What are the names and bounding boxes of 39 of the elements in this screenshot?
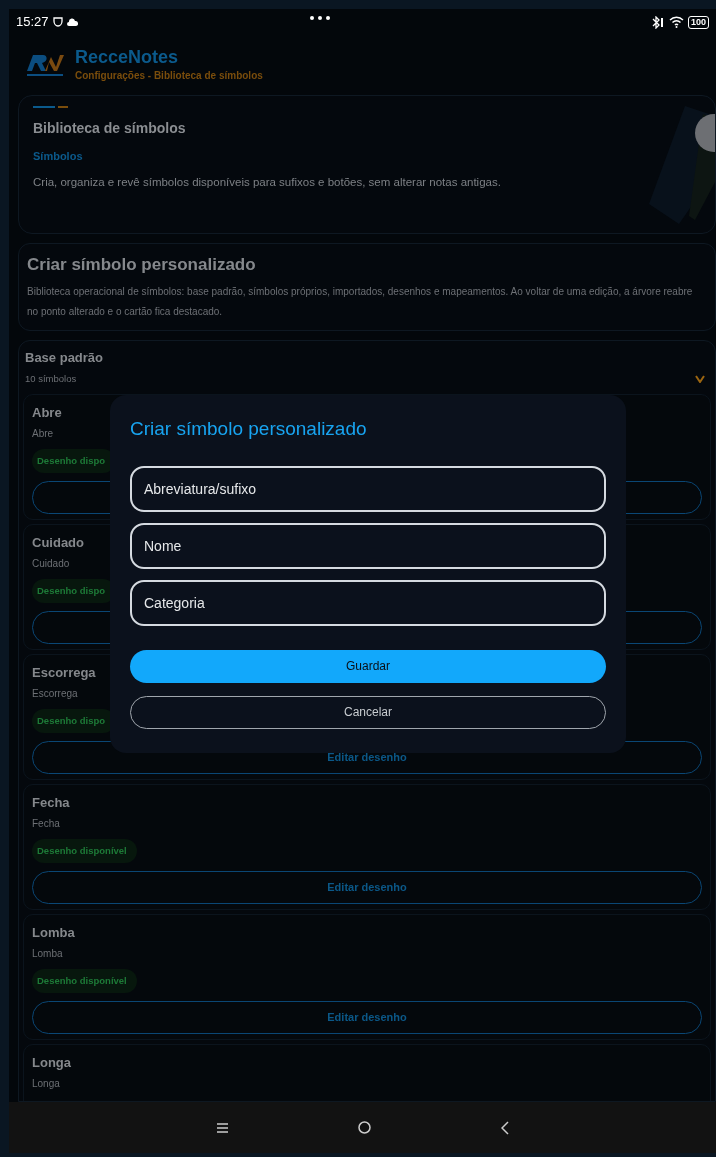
status-badge: Desenho disponível — [32, 838, 137, 863]
clock: 15:27 — [16, 13, 49, 32]
section-label: Símbolos — [33, 149, 84, 164]
page-subtitle: Configurações - Biblioteca de símbolos — [75, 69, 263, 83]
symbol-subtitle: Fecha — [32, 816, 60, 831]
more-icon — [309, 16, 330, 20]
bluetooth-icon — [650, 15, 665, 29]
symbol-name: Lomba — [32, 924, 75, 943]
card-description: Cria, organiza e revê símbolos disponíveis para sufixos e botões, sem alterar notas antigas. — [33, 174, 502, 190]
symbol-subtitle: Abre — [32, 426, 54, 441]
cloud-icon — [66, 18, 78, 26]
card-title: Biblioteca de símbolos — [33, 119, 187, 138]
chevron-down-icon[interactable] — [695, 375, 705, 384]
menu-icon[interactable] — [216, 1122, 228, 1133]
symbol-subtitle: Longa — [32, 1076, 60, 1091]
symbol-subtitle: Escorrega — [32, 686, 78, 701]
wifi-icon — [668, 16, 684, 28]
card-description: Biblioteca operacional de símbolos: base padrão, símbolos próprios, importados, desenhos e mapeamentos. Ao voltar de uma edição, a árvore reabre no ponto alterado e o cartão fica destacado. — [27, 284, 694, 319]
symbol-name: Longa — [32, 1054, 71, 1073]
symbol-name: Cuidado — [32, 534, 84, 553]
group-title: Base padrão — [25, 348, 105, 367]
dialog-title: Criar símbolo personalizado — [130, 417, 368, 441]
symbol-name: Fecha — [32, 794, 70, 813]
symbol-subtitle: Lomba — [32, 946, 63, 961]
card-title: Criar símbolo personalizado — [27, 254, 257, 276]
shield-icon — [52, 17, 63, 27]
text-field[interactable]: Nome — [130, 522, 606, 569]
symbol-name: Abre — [32, 404, 62, 423]
text-field[interactable]: Abreviatura/sufixo — [130, 465, 606, 512]
status-badge: Desenho disponível — [32, 968, 137, 993]
group-count: 10 símbolos — [25, 372, 78, 386]
symbol-subtitle: Cuidado — [32, 556, 70, 571]
battery-indicator: 100 — [687, 15, 709, 29]
save-button[interactable]: Guardar — [130, 649, 606, 683]
symbol-name: Escorrega — [32, 664, 96, 683]
back-icon[interactable] — [500, 1120, 509, 1135]
text-field[interactable]: Categoria — [130, 579, 606, 626]
home-icon[interactable] — [357, 1121, 371, 1134]
app-title: RecceNotes — [75, 46, 180, 68]
